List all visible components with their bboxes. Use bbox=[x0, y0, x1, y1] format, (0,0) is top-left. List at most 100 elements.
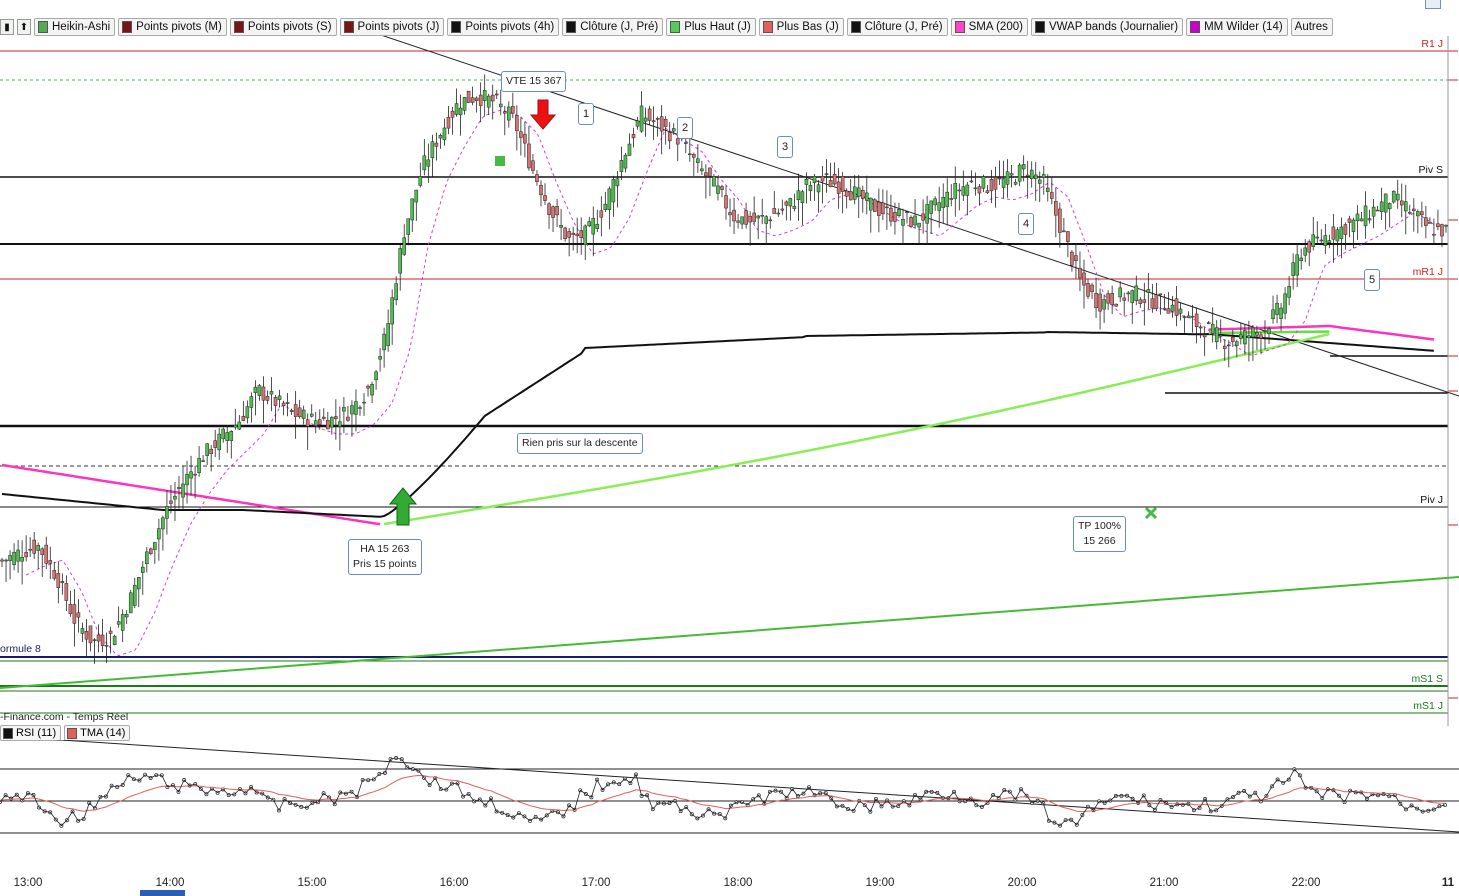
wave-number-box[interactable]: 5 bbox=[1364, 269, 1380, 291]
candle-body bbox=[1146, 289, 1151, 293]
color-swatch-icon bbox=[67, 727, 78, 739]
candle-body bbox=[1066, 231, 1070, 242]
window-restore-icon[interactable] bbox=[1425, 0, 1441, 9]
toolbar-item-11[interactable]: MM Wilder (14) bbox=[1186, 18, 1288, 36]
toolbar-item-2[interactable]: Points pivots (S) bbox=[229, 18, 337, 36]
candle-body bbox=[253, 386, 258, 393]
candle-body bbox=[1090, 284, 1094, 293]
toolbar-item-12[interactable]: Autres bbox=[1290, 18, 1333, 36]
wave-number-box[interactable]: 3 bbox=[777, 136, 793, 158]
x-tick-label: 17:00 bbox=[581, 877, 611, 889]
color-swatch-icon bbox=[451, 21, 462, 33]
ha-annotation[interactable]: HA 15 263 Pris 15 points bbox=[348, 539, 422, 575]
candle-body bbox=[788, 198, 793, 207]
color-swatch-icon bbox=[3, 727, 13, 739]
toolbar-item-label: Plus Haut (J) bbox=[684, 21, 751, 33]
candle-body bbox=[728, 212, 732, 216]
candle-body bbox=[52, 569, 57, 579]
candle-body bbox=[1114, 303, 1118, 307]
candle-body bbox=[141, 566, 145, 573]
price-chart[interactable] bbox=[0, 36, 1459, 726]
toolbar-item-8[interactable]: Clôture (J, Pré) bbox=[846, 18, 948, 36]
candle-body bbox=[531, 160, 535, 171]
candle-body bbox=[579, 230, 583, 238]
candle-body bbox=[173, 495, 177, 500]
scale-icon[interactable]: ▮ bbox=[0, 19, 14, 35]
candle-body bbox=[587, 221, 592, 227]
candle-body bbox=[1218, 335, 1223, 337]
toolbar-item-0[interactable]: Heikin-Ashi bbox=[34, 18, 116, 36]
candle-body bbox=[241, 415, 246, 421]
candle-body bbox=[1412, 208, 1416, 211]
wave-number-box[interactable]: 2 bbox=[677, 117, 693, 139]
candle-body bbox=[527, 143, 531, 169]
candle-body bbox=[446, 116, 451, 129]
candle-body bbox=[917, 222, 921, 228]
candle-body bbox=[708, 167, 712, 177]
rsi-legend-item-0[interactable]: RSI (11) bbox=[0, 725, 62, 741]
wave-number-box[interactable]: 1 bbox=[578, 103, 594, 125]
candle-body bbox=[567, 231, 571, 238]
candle-body bbox=[1037, 179, 1042, 184]
tp-annotation[interactable]: TP 100% 15 266 bbox=[1073, 516, 1126, 552]
candle-body bbox=[1311, 234, 1316, 247]
candle-body bbox=[768, 219, 773, 222]
candle-body bbox=[1391, 190, 1396, 203]
candle-body bbox=[458, 107, 463, 116]
toolbar-item-5[interactable]: Clôture (J, Pré) bbox=[562, 18, 664, 36]
candle-body bbox=[599, 210, 604, 218]
candle-body bbox=[1110, 293, 1114, 306]
candle-body bbox=[760, 214, 764, 217]
horizontal-scrollbar-thumb[interactable] bbox=[140, 890, 185, 896]
candle-body bbox=[816, 184, 821, 193]
toolbar-item-1[interactable]: Points pivots (M) bbox=[118, 18, 227, 36]
toolbar-item-label: Clôture (J, Pré) bbox=[864, 21, 943, 33]
candle-body bbox=[1166, 308, 1171, 314]
trend-lines bbox=[0, 36, 1459, 689]
toolbar-item-label: MM Wilder (14) bbox=[1204, 21, 1283, 33]
candle-body bbox=[169, 500, 173, 504]
candle-body bbox=[1094, 293, 1098, 309]
candle-body bbox=[116, 621, 121, 625]
candle-body bbox=[1259, 334, 1263, 339]
toolbar-item-3[interactable]: Points pivots (J) bbox=[339, 18, 445, 36]
candle-body bbox=[1118, 287, 1122, 298]
toolbar-item-7[interactable]: Plus Bas (J) bbox=[758, 18, 844, 36]
candle-body bbox=[692, 154, 696, 158]
candle-body bbox=[269, 391, 274, 395]
candle-body bbox=[0, 559, 4, 562]
toolbar-item-6[interactable]: Plus Haut (J) bbox=[666, 18, 756, 36]
candle-body bbox=[1271, 309, 1275, 320]
candle-body bbox=[285, 402, 290, 404]
vte-annotation[interactable]: VTE 15 367 bbox=[501, 71, 567, 92]
candle-body bbox=[997, 177, 1002, 180]
candle-body bbox=[973, 187, 978, 190]
candle-body bbox=[1009, 173, 1014, 176]
color-swatch-icon bbox=[1190, 21, 1201, 33]
candle-body bbox=[852, 186, 857, 200]
candle-body bbox=[808, 185, 813, 192]
candle-body bbox=[56, 573, 61, 589]
candle-body bbox=[342, 407, 346, 412]
rsi-chart[interactable] bbox=[0, 740, 1459, 870]
candle-body bbox=[1214, 327, 1219, 343]
rsi-legend-label: RSI (11) bbox=[16, 727, 57, 739]
candle-body bbox=[800, 191, 805, 204]
wave-number-box[interactable]: 4 bbox=[1018, 213, 1034, 235]
candle-body bbox=[390, 297, 394, 325]
candle-body bbox=[454, 103, 459, 115]
toolbar-item-10[interactable]: VWAP bands (Journalier) bbox=[1030, 18, 1184, 36]
candle-body bbox=[100, 634, 105, 646]
candle-body bbox=[828, 180, 833, 188]
candle-body bbox=[273, 397, 278, 406]
color-swatch-icon bbox=[762, 21, 773, 33]
toolbar-item-4[interactable]: Points pivots (4h) bbox=[447, 18, 560, 36]
candle-body bbox=[221, 428, 226, 440]
toolbar-item-9[interactable]: SMA (200) bbox=[950, 18, 1028, 36]
arrow-up-icon[interactable]: ⬆ bbox=[17, 19, 31, 35]
rsi-legend-item-1[interactable]: TMA (14) bbox=[64, 725, 131, 741]
rien-annotation[interactable]: Rien pris sur la descente bbox=[517, 433, 643, 454]
candle-body bbox=[1279, 307, 1283, 319]
candle-body bbox=[1033, 174, 1038, 179]
candle-body bbox=[555, 206, 559, 216]
